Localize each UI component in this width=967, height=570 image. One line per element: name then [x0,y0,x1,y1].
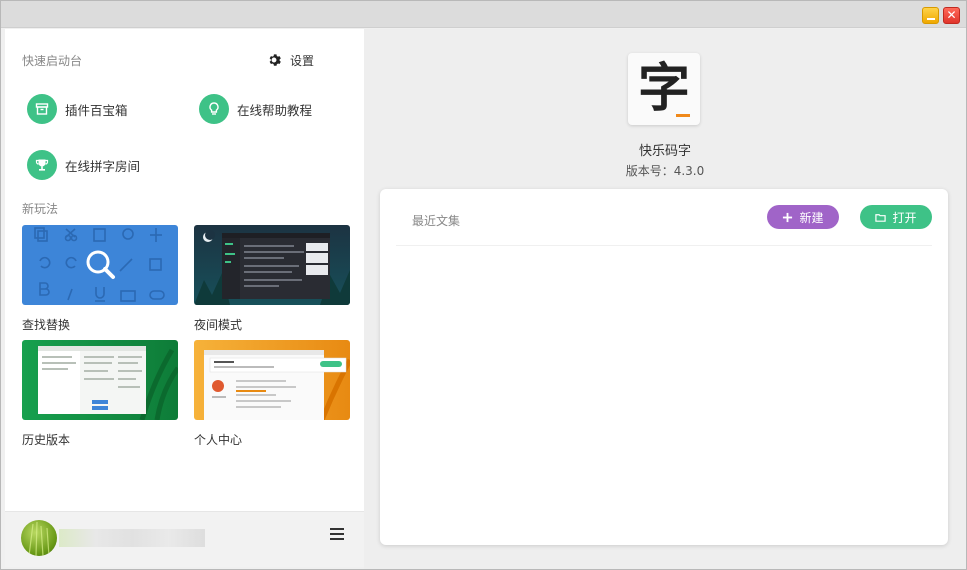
profile-preview [204,350,350,420]
app-window: ✕ 快速启动台 设置 插件百宝箱 在线帮助教程 在线拼字房间 新玩法 查找替换 … [0,0,967,570]
close-button[interactable]: ✕ [943,7,960,24]
left-panel: 快速启动台 设置 插件百宝箱 在线帮助教程 在线拼字房间 新玩法 查找替换 夜间… [5,29,364,567]
tool-label: 在线拼字房间 [65,158,141,174]
recent-collections-panel: 最近文集 新建 打开 [380,189,948,545]
feature-label: 历史版本 [22,433,71,447]
hamburger-menu-icon[interactable] [330,528,344,542]
title-bar[interactable]: ✕ [1,1,966,28]
app-name: 快乐码字 [638,144,691,159]
username-blurred [59,529,205,547]
new-play-title: 新玩法 [22,202,59,216]
tool-typing-room[interactable]: 在线拼字房间 [27,150,140,180]
tool-online-help[interactable]: 在线帮助教程 [199,94,312,124]
tool-label: 在线帮助教程 [237,102,313,118]
settings-label: 设置 [290,53,315,68]
history-preview [38,346,178,420]
open-button-label: 打开 [892,210,917,225]
open-button[interactable]: 打开 [860,205,932,229]
feature-label: 夜间模式 [194,318,243,332]
avatar-grass-image [28,521,50,556]
tool-plugin-box[interactable]: 插件百宝箱 [27,94,128,124]
app-logo: 字 [628,53,700,125]
feature-label: 个人中心 [194,433,243,447]
user-bar [5,511,364,567]
quick-start-title: 快速启动台 [22,54,83,68]
app-version: 版本号：4.3.0 [625,164,705,178]
night-mode-preview [194,230,350,305]
settings-button[interactable]: 设置 [267,51,314,69]
minimize-button[interactable] [922,7,939,24]
find-replace-preview [34,227,165,302]
feature-card-night-mode[interactable] [194,225,350,305]
plus-icon [783,212,793,222]
trophy-icon [27,150,57,180]
app-logo-glyph: 字 [637,58,690,119]
gear-icon [269,54,281,66]
close-icon: ✕ [946,8,957,22]
feature-card-find-replace[interactable] [22,225,178,305]
lightbulb-icon [199,94,229,124]
feature-card-history[interactable] [22,340,178,420]
feature-label: 查找替换 [22,318,71,332]
recent-title: 最近文集 [412,214,461,228]
right-panel: 字 快乐码字 版本号：4.3.0 最近文集 新建 打开 [364,29,966,569]
divider [396,245,932,246]
new-button[interactable]: 新建 [767,205,839,229]
tool-label: 插件百宝箱 [65,102,128,118]
folder-icon [875,213,887,222]
new-button-label: 新建 [799,210,824,225]
avatar[interactable] [21,520,57,556]
archive-box-icon [27,94,57,124]
feature-card-profile[interactable] [194,340,350,420]
